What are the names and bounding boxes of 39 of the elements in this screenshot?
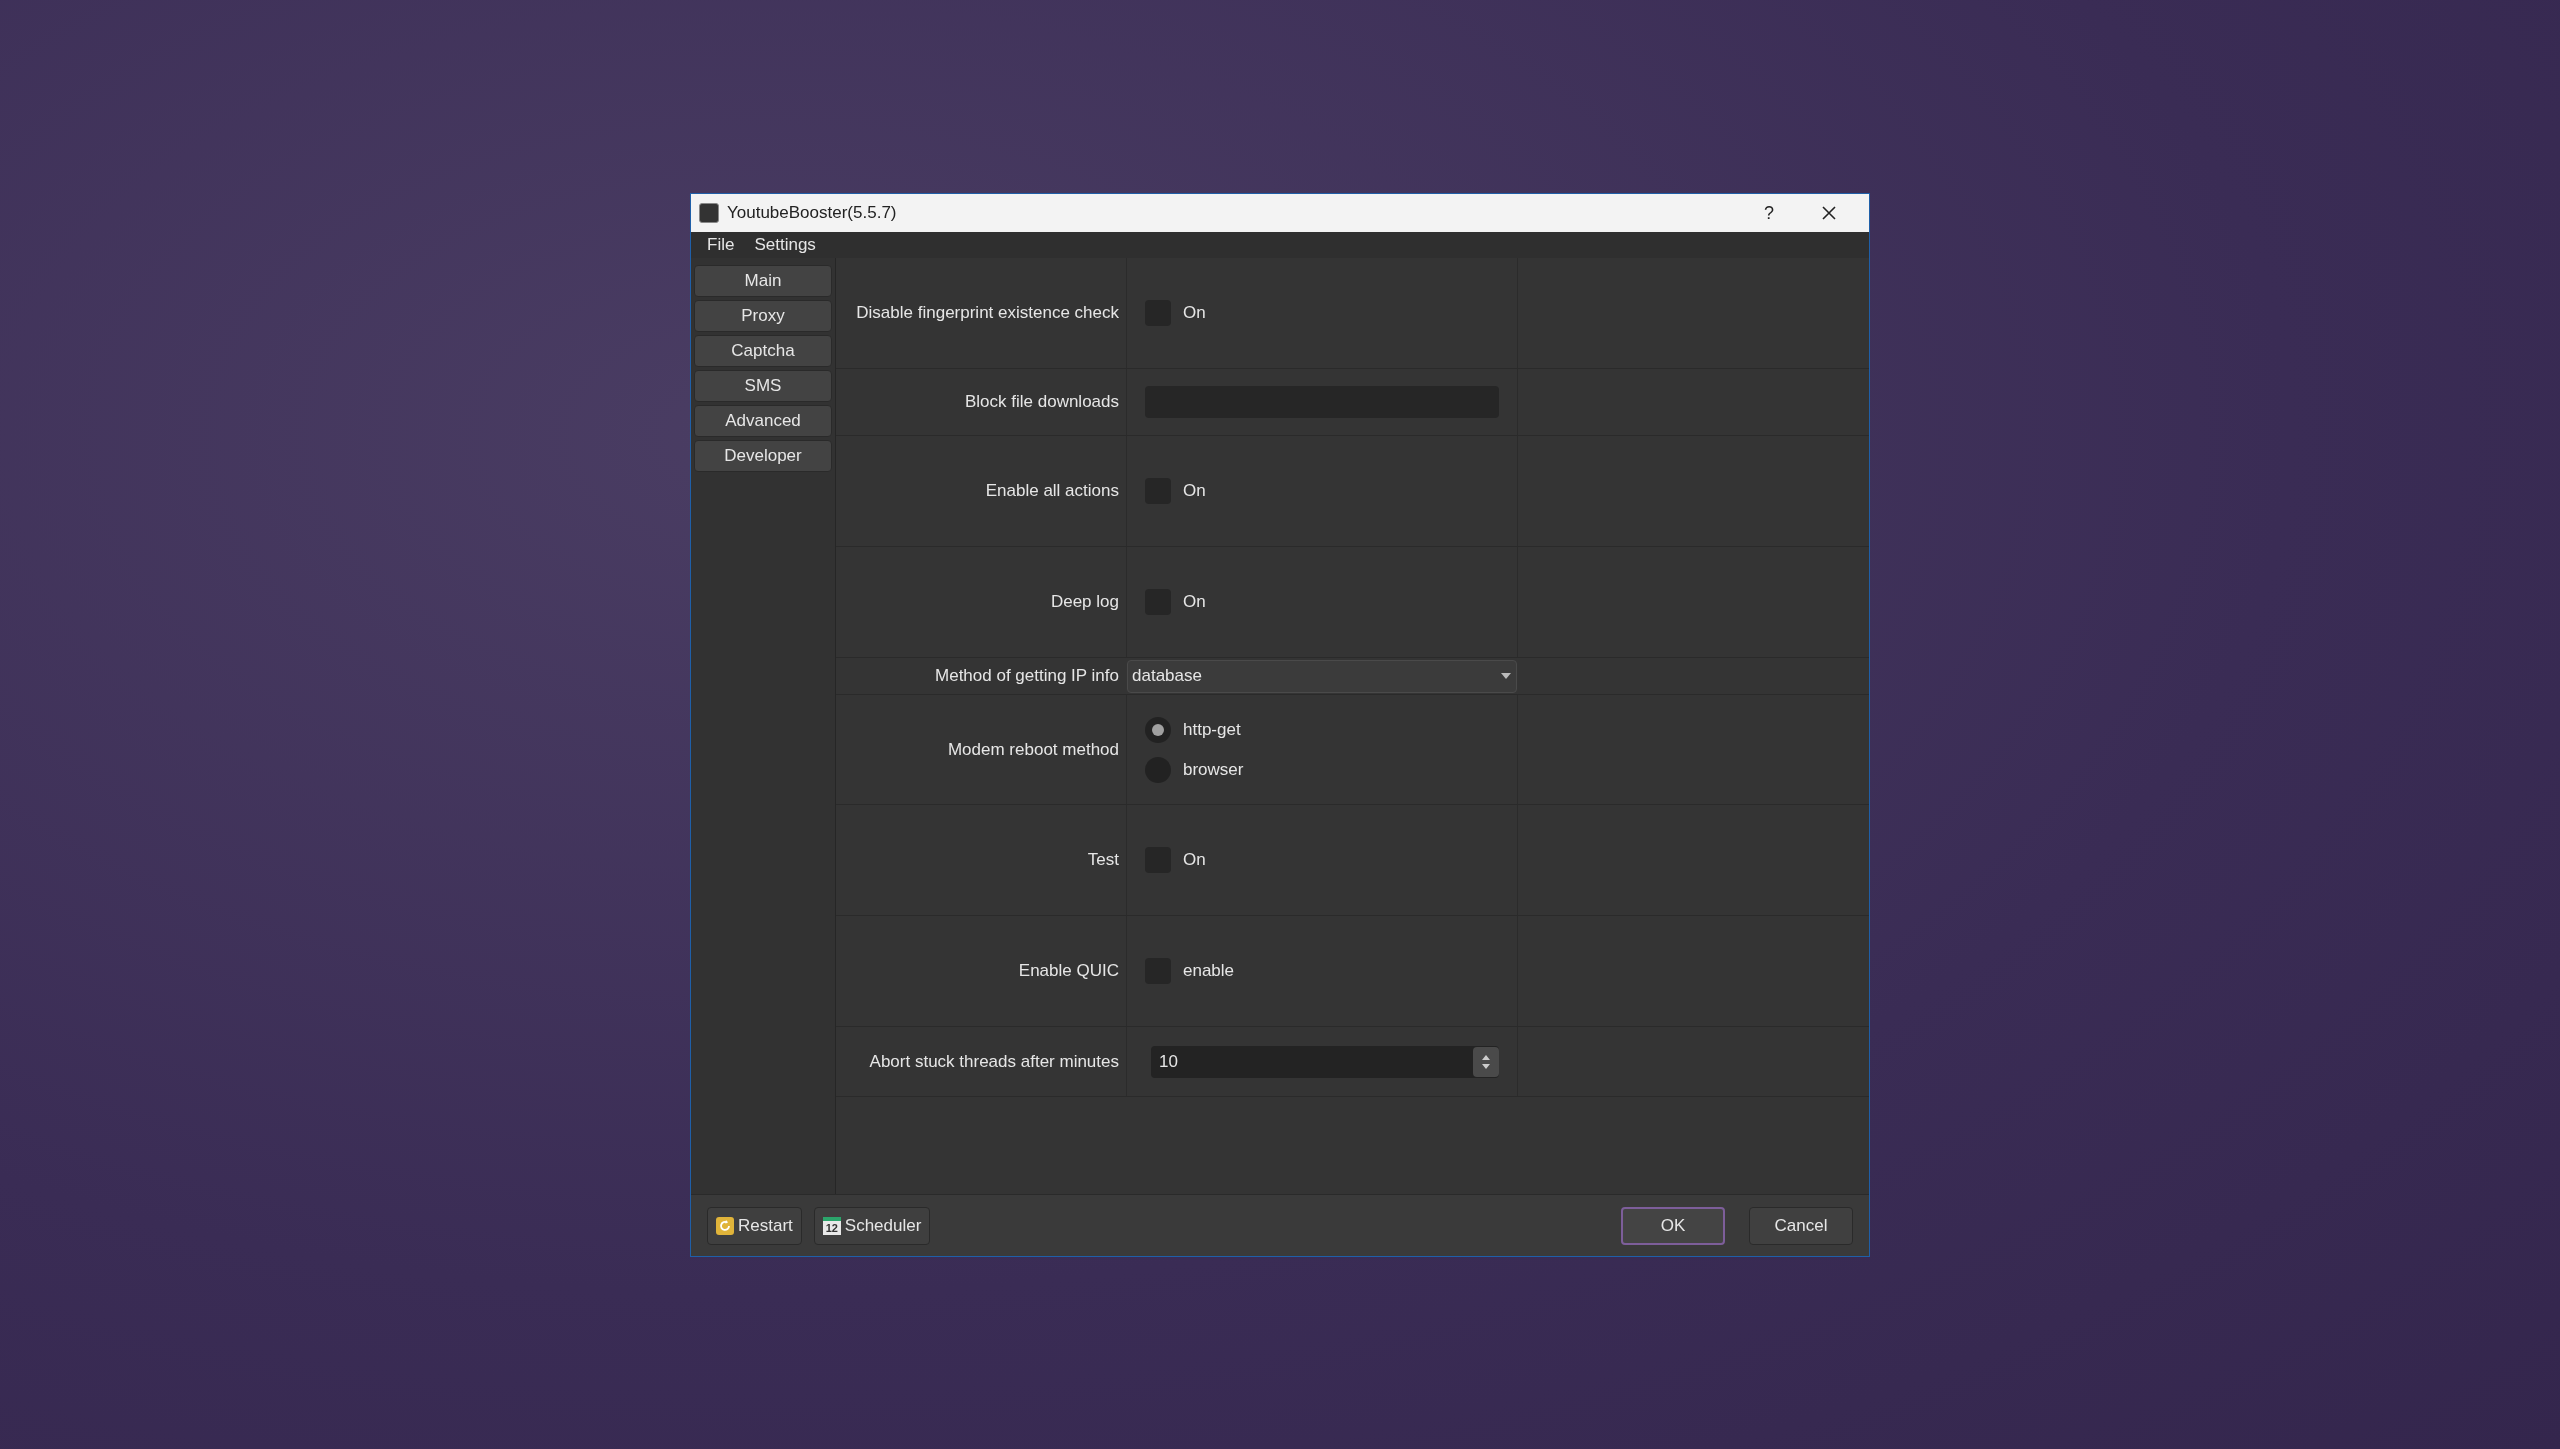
setting-label: Deep log — [1050, 591, 1119, 614]
checkbox-label: On — [1183, 480, 1206, 503]
close-icon — [1821, 205, 1837, 221]
restart-icon — [716, 1216, 734, 1235]
setting-label: Test — [1087, 849, 1119, 872]
checkbox-label: On — [1183, 849, 1206, 872]
ok-button[interactable]: OK — [1621, 1206, 1725, 1245]
menu-item[interactable]: Settings — [754, 232, 816, 258]
checkbox-label: On — [1183, 302, 1206, 325]
cancel-button[interactable]: Cancel — [1749, 1206, 1853, 1245]
dropdown[interactable]: database — [1127, 659, 1517, 693]
calendar-icon: 12 — [822, 1216, 841, 1235]
sidebar-tab[interactable]: Captcha — [694, 335, 832, 367]
number-field[interactable]: 10 — [1151, 1045, 1499, 1078]
setting-label: Modem reboot method — [947, 738, 1119, 761]
sidebar-tab[interactable]: Developer — [694, 440, 832, 472]
app-icon — [699, 203, 719, 223]
radio-label: browser — [1183, 758, 1244, 781]
sidebar-tab[interactable]: SMS — [694, 370, 832, 402]
footer-button[interactable]: 12 Scheduler — [813, 1206, 931, 1245]
radio-label: http-get — [1183, 718, 1241, 741]
sidebar-tab[interactable]: Proxy — [694, 300, 832, 332]
sidebar-tab[interactable]: Advanced — [694, 405, 832, 437]
setting-label: Disable fingerprint existence check — [856, 302, 1119, 325]
sidebar-tab[interactable]: Main — [694, 265, 832, 297]
setting-label: Method of getting IP info — [935, 665, 1119, 688]
caret-icon — [1500, 672, 1512, 680]
spin-arrows-icon[interactable] — [1481, 1053, 1491, 1070]
checkbox-label: enable — [1183, 960, 1235, 983]
setting-label: Enable all actions — [985, 480, 1119, 503]
menu-item[interactable]: File — [707, 232, 735, 258]
radio-button[interactable] — [1145, 716, 1171, 743]
window-title: YoutubeBooster(5.5.7) — [727, 202, 898, 225]
setting-label: Abort stuck threads after minutes — [869, 1050, 1119, 1073]
setting-label: Block file downloads — [964, 391, 1119, 414]
checkbox-label: On — [1183, 591, 1206, 614]
setting-label: Enable QUIC — [1018, 960, 1119, 983]
footer-button[interactable]: Restart — [707, 1206, 802, 1245]
help-button[interactable]: ? — [1741, 199, 1797, 227]
